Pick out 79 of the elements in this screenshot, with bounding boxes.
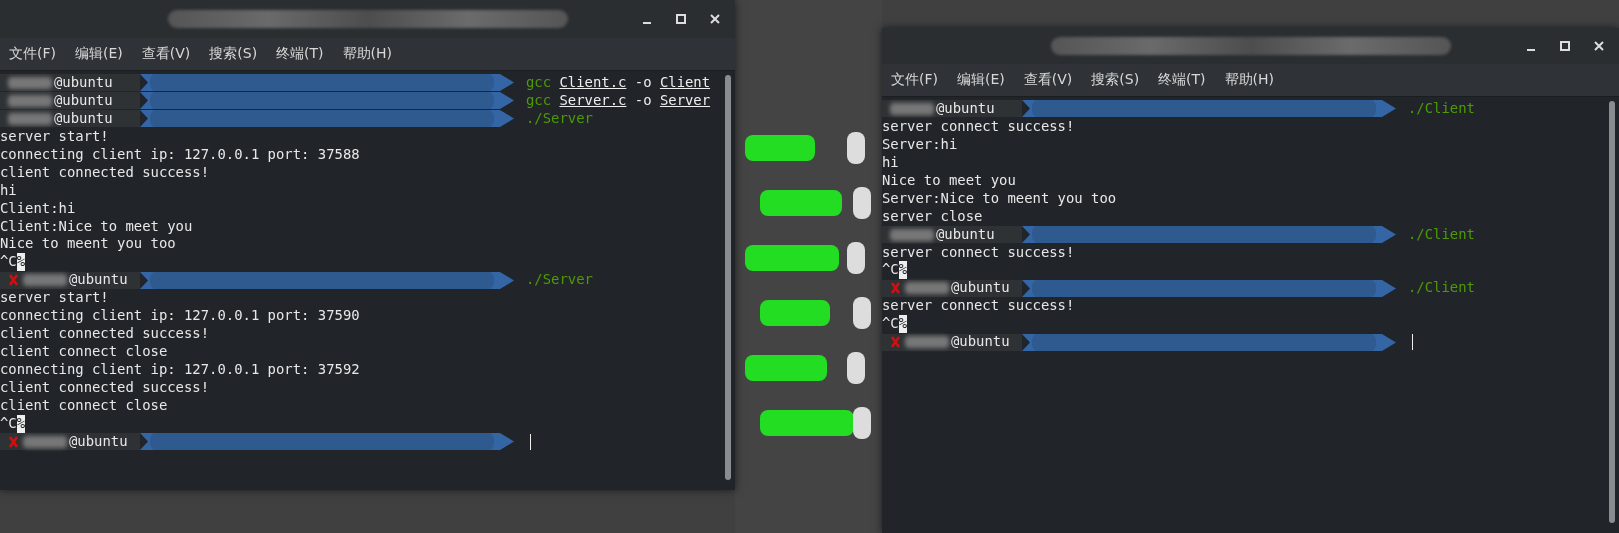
prompt-host: @ubuntu <box>936 100 995 118</box>
terminal-output: hi <box>882 153 899 172</box>
blurred-text <box>8 76 52 89</box>
terminal-output: Server:Nice to meent you too <box>882 189 1117 208</box>
blurred-text <box>905 282 949 295</box>
command-text: ./Server <box>526 109 593 128</box>
menu-item[interactable]: 查看(V) <box>1022 71 1074 89</box>
command-text: Server <box>659 91 711 110</box>
close-icon[interactable] <box>709 13 721 25</box>
terminal-output: connecting client ip: 127.0.0.1 port: 37590 <box>0 307 360 326</box>
prompt-host: @ubuntu <box>69 432 128 451</box>
menu-item[interactable]: 终端(T) <box>275 45 325 63</box>
terminal-output: ^C <box>0 253 17 272</box>
command-text: gcc <box>526 91 552 110</box>
terminal-output: Nice to meet you <box>882 171 1016 190</box>
prompt-host: @ubuntu <box>951 333 1010 352</box>
blurred-text <box>890 228 934 241</box>
terminal-output: Client:Nice to meet you <box>0 217 193 236</box>
prompt-host: @ubuntu <box>54 74 113 92</box>
command-text: Client.c <box>559 74 627 92</box>
end-of-line-mark: % <box>898 261 908 280</box>
menu-item[interactable]: 编辑(E) <box>956 71 1006 89</box>
menu-item[interactable]: 终端(T) <box>1157 71 1207 89</box>
blurred-text <box>8 94 52 107</box>
menu-item[interactable]: 帮助(H) <box>341 45 394 63</box>
menu-item[interactable]: 查看(V) <box>140 45 192 63</box>
end-of-line-mark: % <box>16 414 26 433</box>
scrollbar[interactable] <box>1609 101 1615 523</box>
terminal-output: server start! <box>0 289 109 308</box>
terminal-output: ^C <box>0 414 17 433</box>
terminal-output: hi <box>0 181 17 200</box>
terminal-output: client connected success! <box>0 163 210 182</box>
blurred-text <box>23 274 67 287</box>
blurred-text <box>23 435 67 448</box>
terminal-output: server start! <box>0 127 109 146</box>
end-of-line-mark: % <box>898 315 908 334</box>
maximize-icon[interactable] <box>1559 40 1571 52</box>
terminal-output: ^C <box>882 261 899 280</box>
menu-item[interactable]: 编辑(E) <box>74 45 124 63</box>
command-text: Client <box>659 74 711 92</box>
command-text: ./Server <box>526 271 593 290</box>
scrollbar[interactable] <box>725 75 731 480</box>
menu-item[interactable]: 帮助(H) <box>1223 71 1276 89</box>
prompt-host: @ubuntu <box>936 225 995 244</box>
close-icon[interactable] <box>1593 40 1605 52</box>
command-text: ./Client <box>1408 279 1475 298</box>
terminal-output: Nice to meent you too <box>0 235 176 254</box>
terminal-output: connecting client ip: 127.0.0.1 port: 37592 <box>0 361 360 379</box>
blurred-text <box>890 102 934 115</box>
terminal-output: server connect success! <box>882 243 1075 262</box>
menu-item[interactable]: 搜索(S) <box>208 45 259 63</box>
terminal-output: client connected success! <box>0 378 210 397</box>
prompt-host: @ubuntu <box>54 91 113 110</box>
menu-item[interactable]: 文件(F) <box>890 71 939 89</box>
terminal-output: server connect success! <box>882 297 1075 316</box>
end-of-line-mark: % <box>16 253 26 272</box>
command-text: -o <box>634 74 652 92</box>
blurred-text <box>8 112 52 125</box>
terminal-output: client connected success! <box>0 325 210 344</box>
maximize-icon[interactable] <box>675 13 687 25</box>
terminal-output: client connect close <box>0 396 168 415</box>
command-text: gcc <box>526 74 552 92</box>
menu-item[interactable]: 文件(F) <box>8 45 57 63</box>
blurred-text <box>905 336 949 349</box>
menu-item[interactable]: 搜索(S) <box>1090 71 1141 89</box>
terminal-output: client connect close <box>0 343 168 361</box>
terminal-output: Server:hi <box>882 135 958 154</box>
prompt-host: @ubuntu <box>69 271 128 290</box>
terminal-output: connecting client ip: 127.0.0.1 port: 37588 <box>0 145 360 164</box>
prompt-host: @ubuntu <box>951 279 1010 298</box>
command-text: -o <box>634 91 652 110</box>
command-text: Server.c <box>559 91 627 110</box>
terminal-output: Client:hi <box>0 199 76 218</box>
terminal-output: server close <box>882 207 983 226</box>
command-text: ./Client <box>1408 225 1475 244</box>
command-text: ./Client <box>1408 100 1475 118</box>
terminal-output: ^C <box>882 315 899 334</box>
prompt-host: @ubuntu <box>54 109 113 128</box>
terminal-output: server connect success! <box>882 117 1075 136</box>
